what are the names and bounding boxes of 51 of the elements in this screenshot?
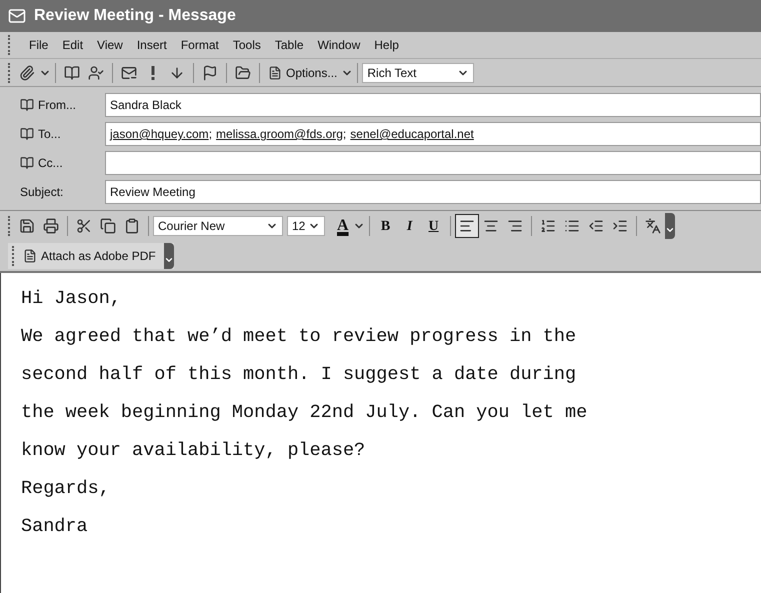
font-select[interactable]: Courier New — [153, 216, 283, 236]
menu-item[interactable]: Help — [374, 36, 399, 54]
exclamation-icon[interactable] — [149, 64, 157, 80]
body-text: We agreed that we’d meet to review progress in the — [21, 327, 578, 347]
body-text: know your availability, please? — [21, 441, 366, 461]
options-button[interactable]: Options... — [264, 64, 342, 82]
font-color-button[interactable]: A — [333, 214, 353, 238]
menu-item[interactable]: Window — [318, 36, 360, 54]
align-left-button[interactable] — [454, 214, 479, 238]
header-field[interactable]: Review Meeting — [105, 180, 761, 204]
recipient-link[interactable]: senel@educaportal.net — [350, 125, 474, 143]
field-label: Subject: — [20, 184, 64, 201]
recipient-link[interactable]: jason@hquey.com — [110, 125, 209, 143]
menu-item[interactable]: File — [29, 36, 48, 54]
format-select[interactable]: Rich Text — [362, 62, 474, 82]
recipient-link[interactable]: melissa.groom@fds.org — [216, 125, 343, 143]
body-text: Sandra — [21, 517, 89, 537]
address-button[interactable]: Cc... — [20, 154, 105, 172]
toolbar-options-icon[interactable] — [664, 213, 675, 239]
body-text: Regards, — [21, 479, 111, 499]
address-book-icon — [20, 127, 34, 141]
recipient-separator: ; — [342, 126, 346, 143]
address-button[interactable]: To... — [20, 125, 105, 143]
message-icon — [8, 7, 26, 25]
header-field[interactable]: Sandra Black — [105, 93, 761, 117]
body-text: the week beginning Monday 22nd July. Can you let me — [21, 403, 588, 423]
underline-button[interactable]: U — [422, 214, 446, 238]
menu-item[interactable]: View — [97, 36, 123, 54]
menu-item[interactable]: Tools — [232, 36, 261, 54]
toolbar-options-icon[interactable] — [164, 243, 174, 269]
bold-button[interactable]: B — [374, 214, 398, 238]
address-button[interactable]: From... — [20, 96, 105, 114]
document-icon — [268, 66, 282, 80]
header-field[interactable] — [105, 151, 761, 175]
align-right-icon — [506, 218, 523, 234]
menu-item[interactable]: Insert — [136, 36, 167, 54]
body-text: Hi Jason, — [21, 289, 122, 309]
align-left-icon — [458, 218, 475, 234]
address-book-icon — [20, 98, 34, 112]
size-select[interactable]: 12 — [287, 216, 325, 236]
italic-button[interactable]: I — [398, 214, 422, 238]
address-book-icon — [20, 156, 34, 170]
menu-item[interactable]: Edit — [62, 36, 84, 54]
body-text: second half of this month. I suggest a date during — [21, 365, 578, 385]
header-field[interactable]: jason@hquey.com; melissa.groom@fds.org; senel@educaportal.net — [105, 122, 761, 146]
window-title: Review Meeting - Message — [34, 6, 236, 26]
menu-item[interactable]: Table — [274, 36, 304, 54]
align-center-icon — [482, 218, 499, 234]
recipient-separator: ; — [208, 126, 212, 143]
menu-item[interactable]: Format — [180, 36, 219, 54]
pdf-icon — [23, 249, 37, 263]
